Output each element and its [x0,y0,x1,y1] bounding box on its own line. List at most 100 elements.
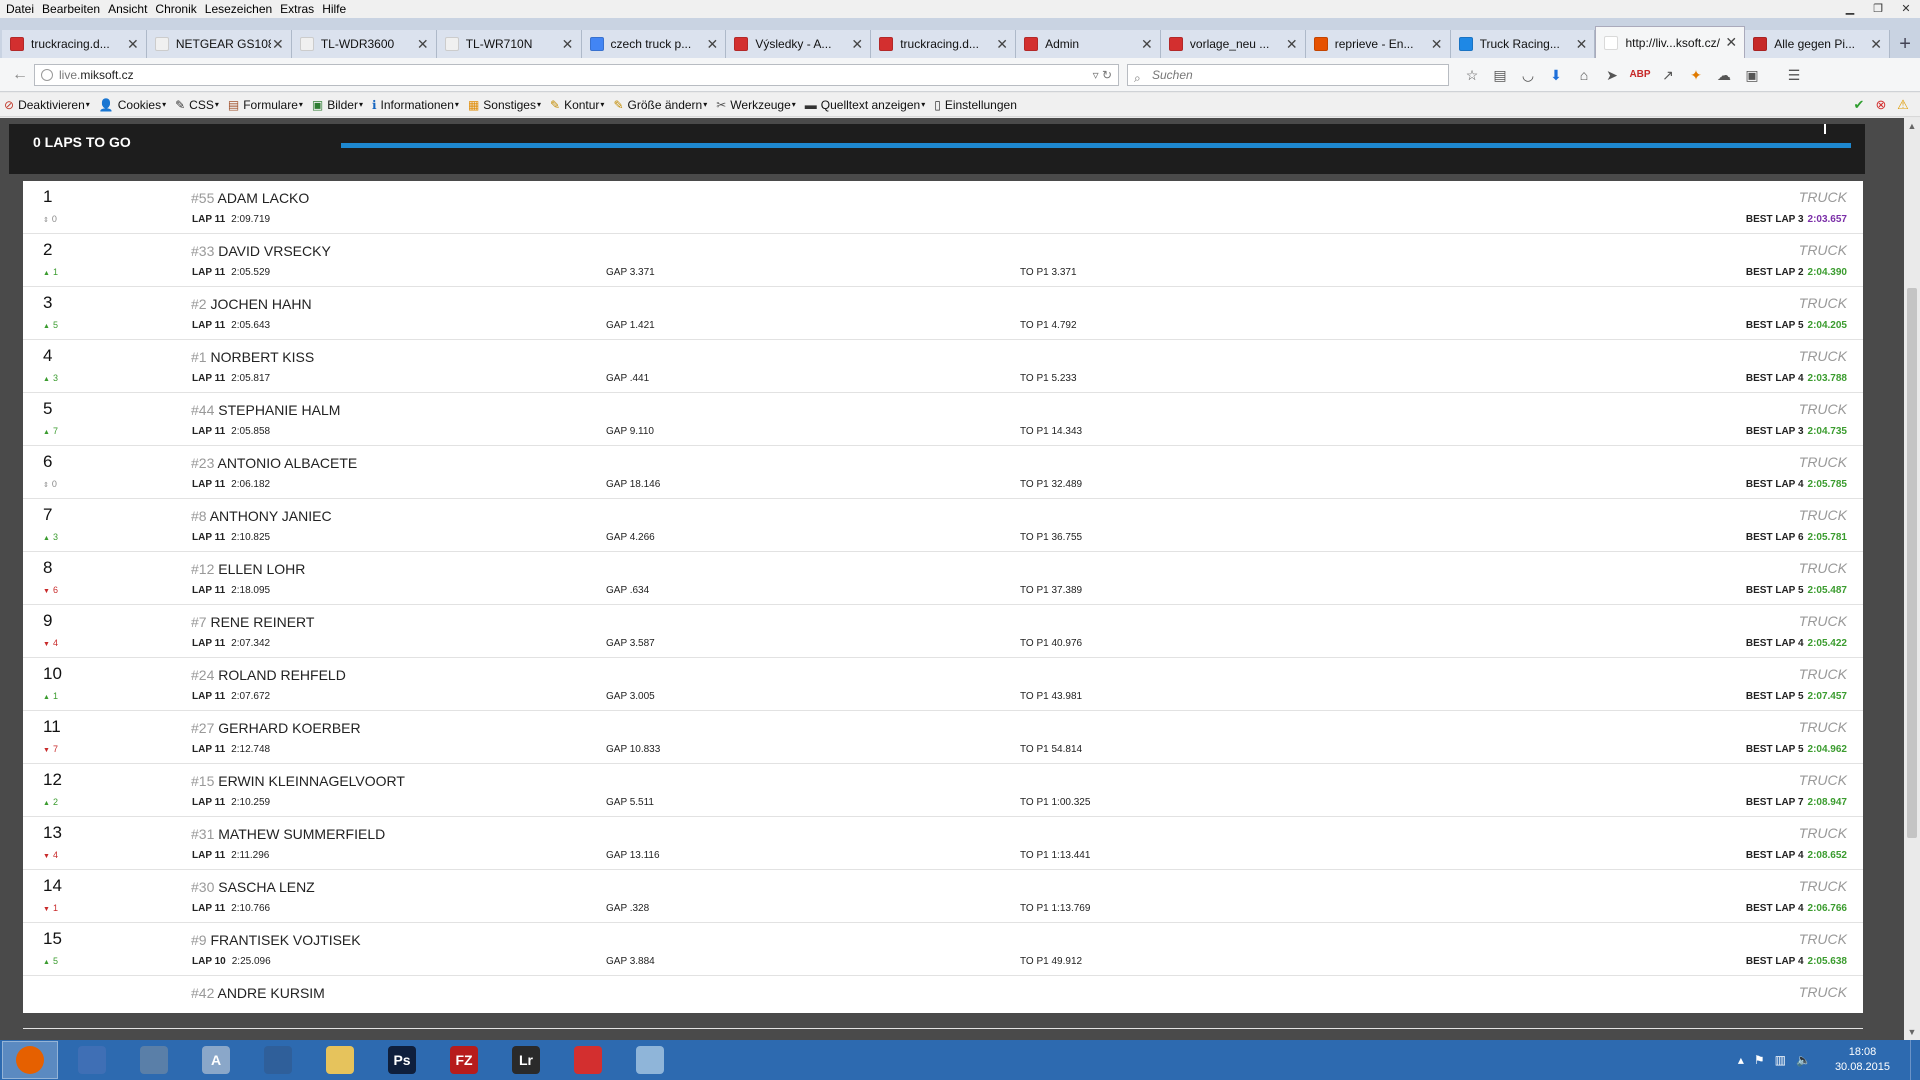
download-icon[interactable]: ⬇ [1542,64,1570,86]
browser-tab[interactable]: truckracing.d... ✕ [871,30,1017,58]
browser-tab[interactable]: http://liv...ksoft.cz/ ✕ [1595,26,1746,58]
tab-close-icon[interactable]: ✕ [995,36,1009,53]
devtool-werkzeuge[interactable]: ✂ Werkzeuge ▾ [716,98,796,112]
standings-row[interactable]: 10 ▲ 1 #24 ROLAND REHFELD LAP 11 2:07.672 GAP … [23,658,1863,711]
devtool-quelltext-anzeigen[interactable]: ▬ Quelltext anzeigen ▾ [805,98,925,112]
browser-tab[interactable]: Admin ✕ [1016,30,1161,58]
standings-row[interactable]: 15 ▲ 5 #9 FRANTISEK VOJTISEK LAP 10 2:25.096 G… [23,923,1863,976]
taskbar-thunderbird[interactable] [250,1041,306,1079]
restore-icon[interactable]: ❐ [1864,0,1892,18]
close-icon[interactable]: ✕ [1892,0,1920,18]
tray-arrow-icon[interactable]: ▴ [1738,1053,1744,1067]
devtool-informationen[interactable]: ℹ Informationen ▾ [372,98,459,112]
scrollbar-thumb[interactable] [1907,288,1917,838]
tab-close-icon[interactable]: ✕ [271,36,285,53]
new-tab-icon[interactable]: + [1890,30,1920,58]
taskbar-word-pad[interactable]: A [188,1041,244,1079]
browser-tab[interactable]: Výsledky - A... ✕ [726,30,872,58]
standings-row[interactable]: 8 ▼ 6 #12 ELLEN LOHR LAP 11 2:18.095 GAP .634 T… [23,552,1863,605]
back-arrow-icon[interactable]: ← [8,64,32,86]
check-icon[interactable]: ✔ [1848,97,1870,113]
adblock-icon[interactable]: ABP [1626,64,1654,86]
error-icon[interactable]: ⊗ [1870,97,1892,113]
url-bar[interactable]: live.miksoft.cz ▿ ↻ [34,64,1119,86]
tab-close-icon[interactable]: ✕ [1285,36,1299,53]
screenshot-icon[interactable]: ▣ [1738,64,1766,86]
browser-tab[interactable]: truckracing.d... ✕ [2,30,147,58]
standings-row[interactable]: 14 ▼ 1 #30 SASCHA LENZ LAP 11 2:10.766 GAP .32… [23,870,1863,923]
menu-item-bearbeiten[interactable]: Bearbeiten [38,2,104,16]
standings-row[interactable]: 4 ▲ 3 #1 NORBERT KISS LAP 11 2:05.817 GAP .441… [23,340,1863,393]
dropdown-arrow-icon[interactable]: ▿ [1093,68,1099,82]
scroll-up-icon[interactable]: ▲ [1904,118,1920,134]
devtool-größe-ändern[interactable]: ✎ Größe ändern ▾ [613,98,707,112]
taskbar-filezilla[interactable]: FZ [436,1041,492,1079]
browser-tab[interactable]: reprieve - En... ✕ [1305,30,1451,58]
standings-row[interactable]: 12 ▲ 2 #15 ERWIN KLEINNAGELVOORT LAP 11 2:10.… [23,764,1863,817]
devtool-einstellungen[interactable]: ▯ Einstellungen [934,98,1017,112]
standings-row[interactable]: 3 ▲ 5 #2 JOCHEN HAHN LAP 11 2:05.643 GAP 1.421… [23,287,1863,340]
tab-close-icon[interactable]: ✕ [1140,36,1154,53]
browser-tab[interactable]: Truck Racing... ✕ [1450,30,1596,58]
menu-icon[interactable]: ☰ [1780,64,1808,86]
standings-row[interactable]: 7 ▲ 3 #8 ANTHONY JANIEC LAP 11 2:10.825 GAP 4.… [23,499,1863,552]
devtool-kontur[interactable]: ✎ Kontur ▾ [550,98,604,112]
devtool-formulare[interactable]: ▤ Formulare ▾ [228,98,303,112]
taskbar-acrobat[interactable] [560,1041,616,1079]
tab-close-icon[interactable]: ✕ [1724,34,1738,51]
chat-icon[interactable]: ☁ [1710,64,1738,86]
standings-row[interactable]: 2 ▲ 1 #33 DAVID VRSECKY LAP 11 2:05.529 GAP 3.… [23,234,1863,287]
tab-close-icon[interactable]: ✕ [1430,36,1444,53]
browser-tab[interactable]: TL-WR710N ✕ [436,30,582,58]
browser-tab[interactable]: NETGEAR GS108T✕ [146,30,292,58]
standings-row[interactable]: 11 ▼ 7 #27 GERHARD KOERBER LAP 11 2:12.748 GAP… [23,711,1863,764]
devtool-cookies[interactable]: 👤 Cookies ▾ [99,98,166,112]
taskbar-firefox[interactable] [2,1041,58,1079]
volume-icon[interactable]: 🔈 [1796,1053,1811,1067]
devtool-deaktivieren[interactable]: ⊘ Deaktivieren ▾ [4,98,90,112]
scroll-down-icon[interactable]: ▼ [1904,1024,1920,1040]
menu-item-ansicht[interactable]: Ansicht [104,2,151,16]
warning-icon[interactable]: ⚠ [1892,97,1914,113]
taskbar-notepad[interactable] [622,1041,678,1079]
reading-list-icon[interactable]: ▤ [1486,64,1514,86]
taskbar-folder[interactable] [312,1041,368,1079]
tab-close-icon[interactable]: ✕ [1574,36,1588,53]
tab-close-icon[interactable]: ✕ [705,36,719,53]
menu-item-datei[interactable]: Datei [2,2,38,16]
devtool-sonstiges[interactable]: ▦ Sonstiges ▾ [468,98,541,112]
search-input[interactable]: ⌕ Suchen [1127,64,1449,86]
tab-close-icon[interactable]: ✕ [1869,36,1883,53]
browser-tab[interactable]: czech truck p... ✕ [581,30,727,58]
taskbar-network[interactable] [64,1041,120,1079]
tab-close-icon[interactable]: ✕ [126,36,140,53]
standings-row[interactable]: 5 ▲ 7 #44 STEPHANIE HALM LAP 11 2:05.858 GAP 9… [23,393,1863,446]
browser-tab[interactable]: Alle gegen Pi... ✕ [1745,30,1891,58]
standings-row[interactable]: 1 ⇕ 0 #55 ADAM LACKO LAP 11 2:09.719 TRUCK BEST… [23,181,1863,234]
devtool-bilder[interactable]: ▣ Bilder ▾ [312,98,363,112]
extension-icon[interactable]: ✦ [1682,64,1710,86]
standings-row[interactable]: 6 ⇕ 0 #23 ANTONIO ALBACETE LAP 11 2:06.182 GAP… [23,446,1863,499]
standings-row[interactable]: 9 ▼ 4 #7 RENE REINERT LAP 11 2:07.342 GAP 3.58… [23,605,1863,658]
home-icon[interactable]: ⌂ [1570,64,1598,86]
devtool-css[interactable]: ✎ CSS ▾ [175,98,219,112]
menu-item-chronik[interactable]: Chronik [151,2,200,16]
browser-tab[interactable]: TL-WDR3600 ✕ [291,30,437,58]
menu-item-hilfe[interactable]: Hilfe [318,2,350,16]
tab-close-icon[interactable]: ✕ [561,36,575,53]
menu-item-lesezeichen[interactable]: Lesezeichen [201,2,276,16]
send-icon[interactable]: ➤ [1598,64,1626,86]
pocket-icon[interactable]: ◡ [1514,64,1542,86]
taskbar-explorer-tool[interactable] [126,1041,182,1079]
bookmark-star-icon[interactable]: ☆ [1458,64,1486,86]
network-icon[interactable]: ▥ [1775,1053,1786,1067]
minimize-icon[interactable]: ▁ [1836,0,1864,18]
pin-icon[interactable]: ↗ [1654,64,1682,86]
taskbar-lightroom[interactable]: Lr [498,1041,554,1079]
clock[interactable]: 18:08 30.08.2015 [1835,1045,1890,1075]
reload-icon[interactable]: ↻ [1102,68,1112,82]
vertical-scrollbar[interactable]: ▲ ▼ [1904,118,1920,1040]
tab-close-icon[interactable]: ✕ [416,36,430,53]
menu-item-extras[interactable]: Extras [276,2,318,16]
browser-tab[interactable]: vorlage_neu ... ✕ [1160,30,1306,58]
